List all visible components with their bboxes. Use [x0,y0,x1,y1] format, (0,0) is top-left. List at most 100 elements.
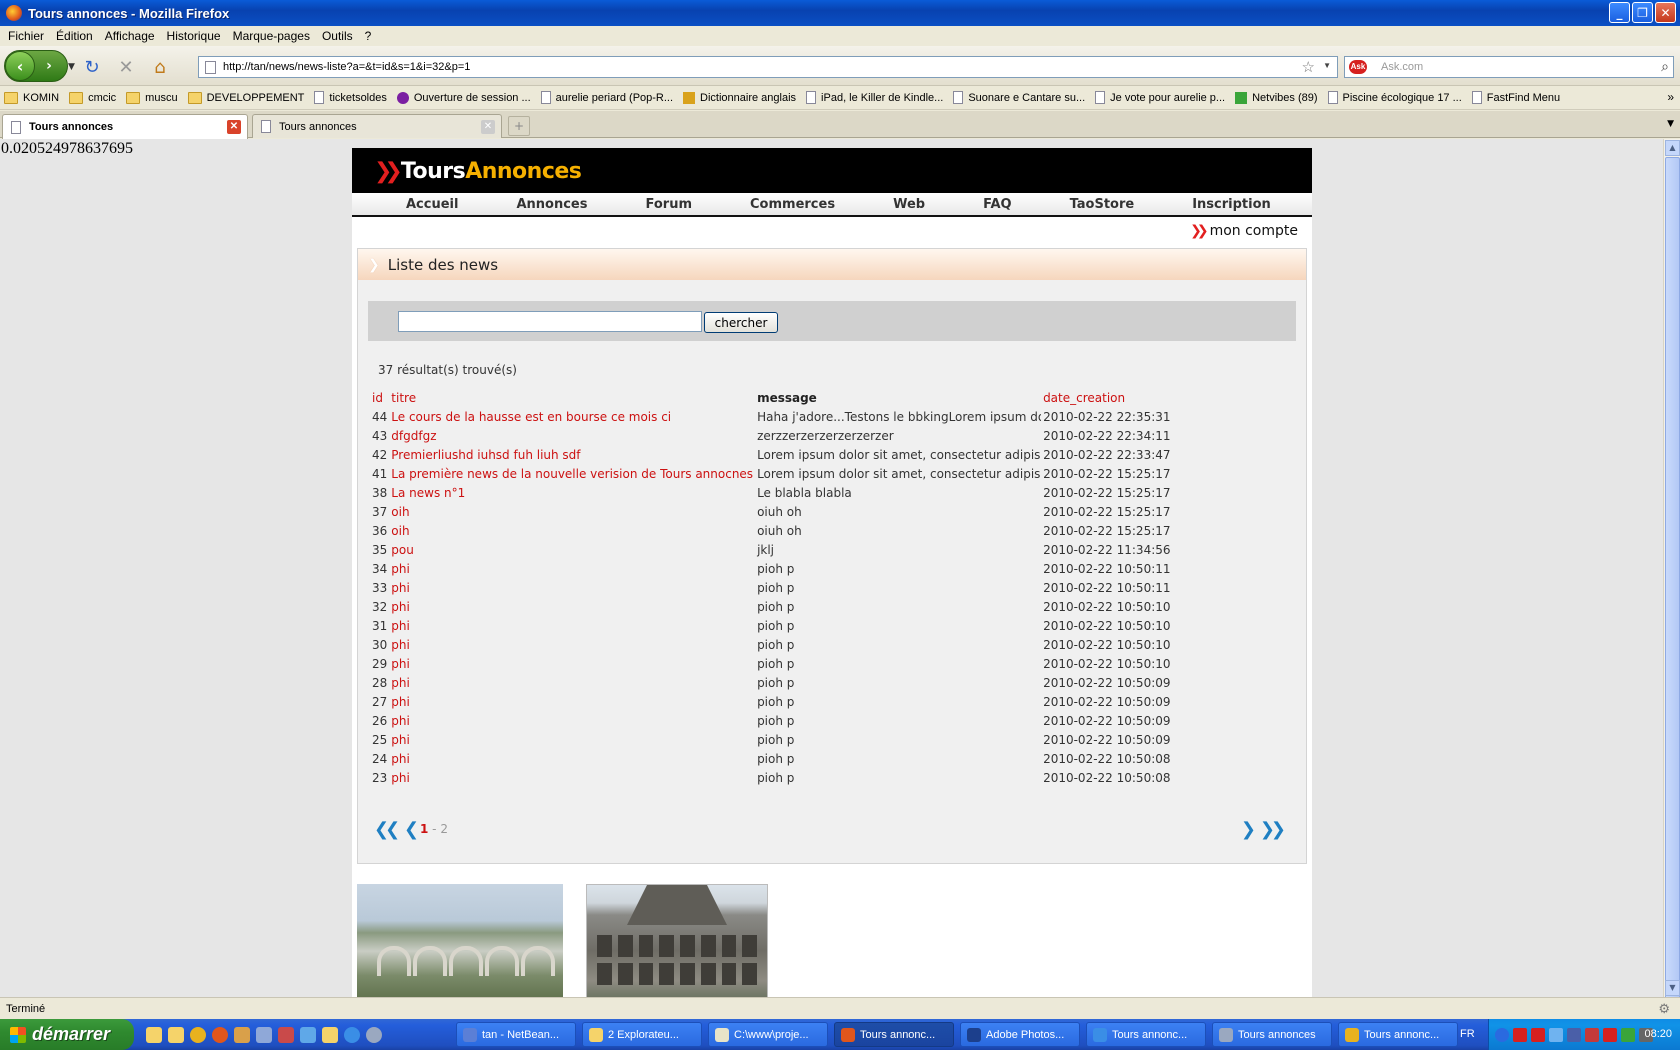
ie-icon[interactable] [344,1027,360,1043]
cell-titre[interactable]: Le cours de la hausse est en bourse ce m… [389,407,755,426]
cell-titre[interactable]: phi [389,597,755,616]
bookmark-item[interactable]: Suonare e Cantare su... [953,91,1085,104]
bookmark-item[interactable]: DEVELOPPEMENT [187,91,304,104]
back-button[interactable]: ‹ [5,51,35,81]
bookmark-item[interactable]: FastFind Menu [1471,91,1560,104]
cell-titre[interactable]: La première news de la nouvelle verision… [389,464,755,483]
menu-outils[interactable]: Outils [318,29,361,43]
user-icon[interactable] [234,1027,250,1043]
url-dropdown-icon[interactable]: ▼ [1323,61,1331,70]
cell-titre[interactable]: oih [389,502,755,521]
forward-button[interactable]: › [35,58,63,74]
photo-bridge[interactable] [357,884,563,997]
cell-titre[interactable]: phi [389,635,755,654]
bookmark-item[interactable]: aurelie periard (Pop-R... [540,91,673,104]
menu-marque-pages[interactable]: Marque-pages [229,29,318,43]
language-indicator[interactable]: FR [1460,1028,1475,1040]
start-button[interactable]: démarrer [0,1019,134,1050]
menu-affichage[interactable]: Affichage [101,29,163,43]
cell-titre[interactable]: phi [389,578,755,597]
nav-annonces[interactable]: Annonces [516,197,587,212]
tray-shield-icon[interactable] [1585,1027,1599,1042]
cell-titre[interactable]: phi [389,730,755,749]
page-link-2[interactable]: 2 [440,822,448,836]
nav-inscription[interactable]: Inscription [1192,197,1271,212]
tray-bluetooth-icon[interactable] [1495,1027,1509,1042]
taskbar-button[interactable]: Tours annonc... [1338,1022,1458,1047]
bookmark-item[interactable]: Dictionnaire anglais [683,91,796,104]
vertical-scrollbar[interactable]: ▲ ▼ [1663,139,1680,999]
close-tab-icon[interactable]: ✕ [227,120,241,134]
next-page-icon[interactable]: ❯ [1241,819,1256,840]
search-icon[interactable]: ⌕ [1661,58,1669,75]
tool-icon[interactable] [256,1027,272,1043]
bookmark-star-icon[interactable]: ☆ [1302,58,1315,76]
account-link[interactable]: ❯❯ mon compte [1190,223,1298,239]
maximize-button[interactable]: ❐ [1632,2,1653,23]
photo-town-hall[interactable] [586,884,768,997]
taskbar-button[interactable]: 2 Explorateu... [582,1022,702,1047]
cell-titre[interactable]: phi [389,749,755,768]
column-header-id[interactable]: id [370,388,389,407]
home-icon[interactable]: ⌂ [150,57,170,78]
tray-antivirus-icon[interactable] [1603,1027,1617,1042]
bookmarks-overflow-icon[interactable]: » [1667,90,1674,104]
taskbar-button[interactable]: Tours annonces [1212,1022,1332,1047]
tray-ati-icon[interactable] [1513,1027,1527,1042]
bookmark-item[interactable]: cmcic [69,91,116,104]
tray-check-icon[interactable] [1621,1027,1635,1042]
app-icon[interactable] [278,1027,294,1043]
close-window-button[interactable]: ✕ [1655,2,1676,23]
cell-titre[interactable]: phi [389,616,755,635]
news-search-input[interactable] [398,311,702,332]
cell-titre[interactable]: phi [389,768,755,787]
nav-accueil[interactable]: Accueil [406,197,458,212]
taskbar-button[interactable]: tan - NetBean... [456,1022,576,1047]
reload-icon[interactable]: ↻ [82,57,102,78]
bookmark-item[interactable]: iPad, le Killer de Kindle... [806,91,943,104]
taskbar-button[interactable]: Tours annonc... [1086,1022,1206,1047]
tray-network-icon[interactable] [1549,1027,1563,1042]
cell-titre[interactable]: Premierliushd iuhsd fuh liuh sdf [389,445,755,464]
stop-icon[interactable]: ✕ [116,57,136,78]
nav-web[interactable]: Web [893,197,925,212]
menu-help[interactable]: ? [361,29,380,43]
cell-titre[interactable]: phi [389,654,755,673]
cell-titre[interactable]: phi [389,692,755,711]
firefox-icon[interactable] [212,1027,228,1043]
tab-tours-annonces-1[interactable]: Tours annonces ✕ [2,114,248,139]
globe-icon[interactable] [366,1027,382,1043]
last-page-icon[interactable]: ❯❯ [1260,819,1286,840]
search-button[interactable]: chercher [704,312,778,333]
prev-page-icon[interactable]: ❮ [404,819,419,840]
first-page-icon[interactable]: ❮❮ [374,819,400,840]
cell-titre[interactable]: oih [389,521,755,540]
taskbar-button[interactable]: Tours annonc... [834,1022,954,1047]
cell-titre[interactable]: phi [389,711,755,730]
scroll-thumb[interactable] [1665,157,1680,999]
folder-icon[interactable] [168,1027,184,1043]
bookmark-item[interactable]: Netvibes (89) [1235,91,1318,104]
history-dropdown-icon[interactable]: ▼ [68,62,75,72]
menu-historique[interactable]: Historique [163,29,229,43]
bookmark-item[interactable]: Ouverture de session ... [396,91,531,104]
minimize-button[interactable]: _ [1609,2,1630,23]
taskbar-button[interactable]: Adobe Photos... [960,1022,1080,1047]
search-input[interactable]: Ask Ask.com ⌕ [1344,56,1674,78]
cell-titre[interactable]: phi [389,559,755,578]
url-bar[interactable]: http://tan/news/news-liste?a=&t=id&s=1&i… [198,56,1338,78]
column-header-titre[interactable]: titre [389,388,755,407]
site-logo[interactable]: ❯❯ Tours Annonces [374,159,582,184]
bookmark-item[interactable]: ticketsoldes [314,91,387,104]
cell-titre[interactable]: pou [389,540,755,559]
close-tab-icon[interactable]: ✕ [481,120,495,134]
network-icon[interactable] [300,1027,316,1043]
folder-icon[interactable] [146,1027,162,1043]
tray-ati-icon[interactable] [1531,1027,1545,1042]
cell-titre[interactable]: dfgdfgz [389,426,755,445]
taskbar-button[interactable]: C:\www\proje... [708,1022,828,1047]
nav-faq[interactable]: FAQ [983,197,1012,212]
column-header-date[interactable]: date_creation [1041,388,1172,407]
scroll-down-icon[interactable]: ▼ [1665,980,1680,996]
scroll-up-icon[interactable]: ▲ [1665,140,1680,156]
